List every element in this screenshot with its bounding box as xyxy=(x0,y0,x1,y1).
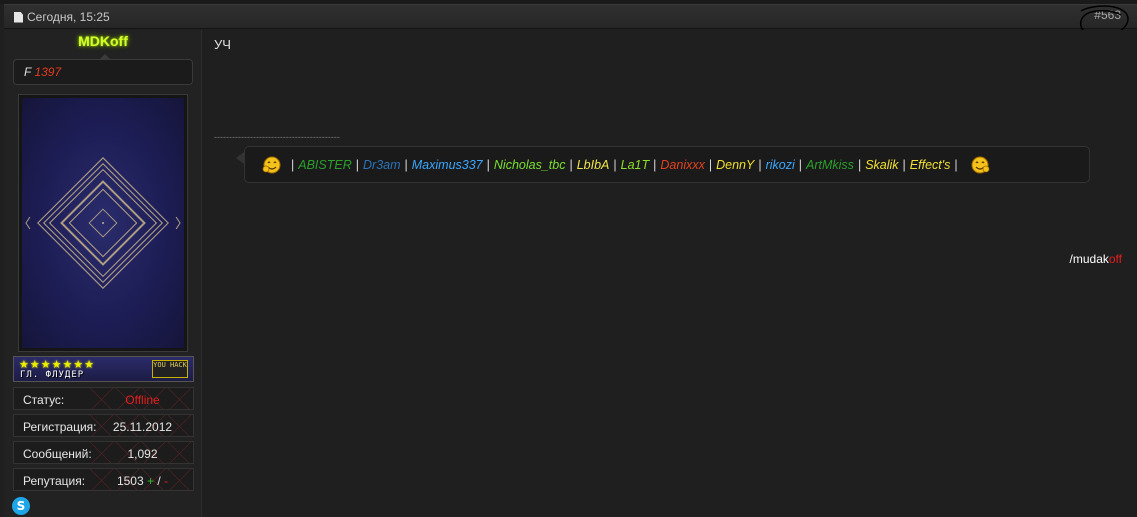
signature-separator: | xyxy=(653,157,657,172)
reputation-points: 1503 xyxy=(116,474,144,488)
registration-row: Регистрация: 25.11.2012 xyxy=(13,414,194,437)
signature-name-link[interactable]: Danixxx xyxy=(660,158,704,172)
signature-name-link[interactable]: Skalik xyxy=(865,158,898,172)
reputation-row: Репутация: 1503 + / - xyxy=(13,468,194,491)
signature-divider: ----------------------------------------… xyxy=(214,132,340,142)
signature-separator: | xyxy=(708,157,713,172)
post-date: Сегодня, 15:25 xyxy=(14,10,110,24)
smiley-icon xyxy=(971,156,990,173)
signature-tail-highlight: off xyxy=(1108,252,1122,266)
post-header: Сегодня, 15:25 #563 xyxy=(4,4,1137,37)
signature-separator: | xyxy=(486,157,490,172)
status-label: Статус: xyxy=(23,393,65,407)
posts-row: Сообщений: 1,092 xyxy=(13,441,194,464)
signature-separator: | xyxy=(902,157,906,172)
status-value: Offline xyxy=(125,393,160,407)
smiley-icon xyxy=(262,156,281,173)
posts-label: Сообщений: xyxy=(23,447,92,461)
signature-separator: | xyxy=(613,157,617,172)
signature-separator: | xyxy=(355,157,359,172)
signature-name-link[interactable]: rikozi xyxy=(766,158,795,172)
post-date-text: Сегодня, 15:25 xyxy=(27,10,110,24)
posts-value: 1,092 xyxy=(127,447,158,461)
signature-separator: | xyxy=(857,157,862,172)
reputation-label: Репутация: xyxy=(23,474,86,488)
signature-name-link[interactable]: ArtMkiss xyxy=(806,158,854,172)
username[interactable]: MDKoff xyxy=(4,33,202,49)
signature-name-link[interactable]: DennY xyxy=(716,158,754,172)
signature-name-link[interactable]: Nicholas_tbc xyxy=(494,158,566,172)
registration-label: Регистрация: xyxy=(23,420,97,434)
rank-banner: ★★★★★★★ ГЛ. ФЛУДЕР YOU HACK xyxy=(13,356,194,382)
signature-tail-main: /mudak xyxy=(1069,252,1109,266)
reputation-value: 1503 + / - xyxy=(90,474,193,488)
signature-name-link[interactable]: La1T xyxy=(621,158,650,172)
registration-value: 25.11.2012 xyxy=(112,420,173,434)
signature-names: | ABISTER | Dr3am | Maximus337 | Nicholas_tbc | L… xyxy=(287,158,962,172)
signature-name-link[interactable]: LbIbA xyxy=(577,158,610,172)
skype-icon[interactable]: S xyxy=(12,497,30,515)
rank-title: ГЛ. ФЛУДЕР xyxy=(20,370,85,380)
rep-slash: / xyxy=(154,474,165,488)
signature-name-link[interactable]: Dr3am xyxy=(363,158,401,172)
signature-caret xyxy=(236,152,244,164)
signature-name-link[interactable]: Maximus337 xyxy=(412,158,483,172)
rep-minus-link[interactable]: - xyxy=(164,474,168,488)
signature-name-link[interactable]: ABISTER xyxy=(298,158,352,172)
rep-prefix: F xyxy=(24,65,35,79)
rep-value: 1397 xyxy=(34,65,62,79)
avatar-diamond-art xyxy=(25,157,181,289)
signature-separator: | xyxy=(404,157,408,172)
signature-box: | ABISTER | Dr3am | Maximus337 | Nicholas_tbc | L… xyxy=(244,146,1090,183)
rep-plus-link[interactable]: + xyxy=(147,474,154,488)
signature-tail: /mudakoff xyxy=(1070,252,1122,266)
signature-name-link[interactable]: Effect's xyxy=(910,158,951,172)
rank-badge: YOU HACK xyxy=(152,360,188,378)
signature-separator: | xyxy=(569,157,573,172)
avatar xyxy=(18,94,188,352)
signature-separator: | xyxy=(798,157,803,172)
signature-separator: | xyxy=(758,157,762,172)
post-message: УЧ xyxy=(214,37,231,52)
signature-separator: | xyxy=(291,157,295,172)
document-icon xyxy=(14,11,23,23)
user-sidebar: MDKoff F 1397 ★★★★★★★ ГЛ. ФЛУДЕР YOU HAC… xyxy=(4,30,202,517)
user-rep-box: F 1397 xyxy=(13,59,193,85)
status-row: Статус: Offline xyxy=(13,387,194,410)
signature-separator: | xyxy=(954,157,958,172)
post-content: УЧ -------------------------------------… xyxy=(203,30,1137,517)
